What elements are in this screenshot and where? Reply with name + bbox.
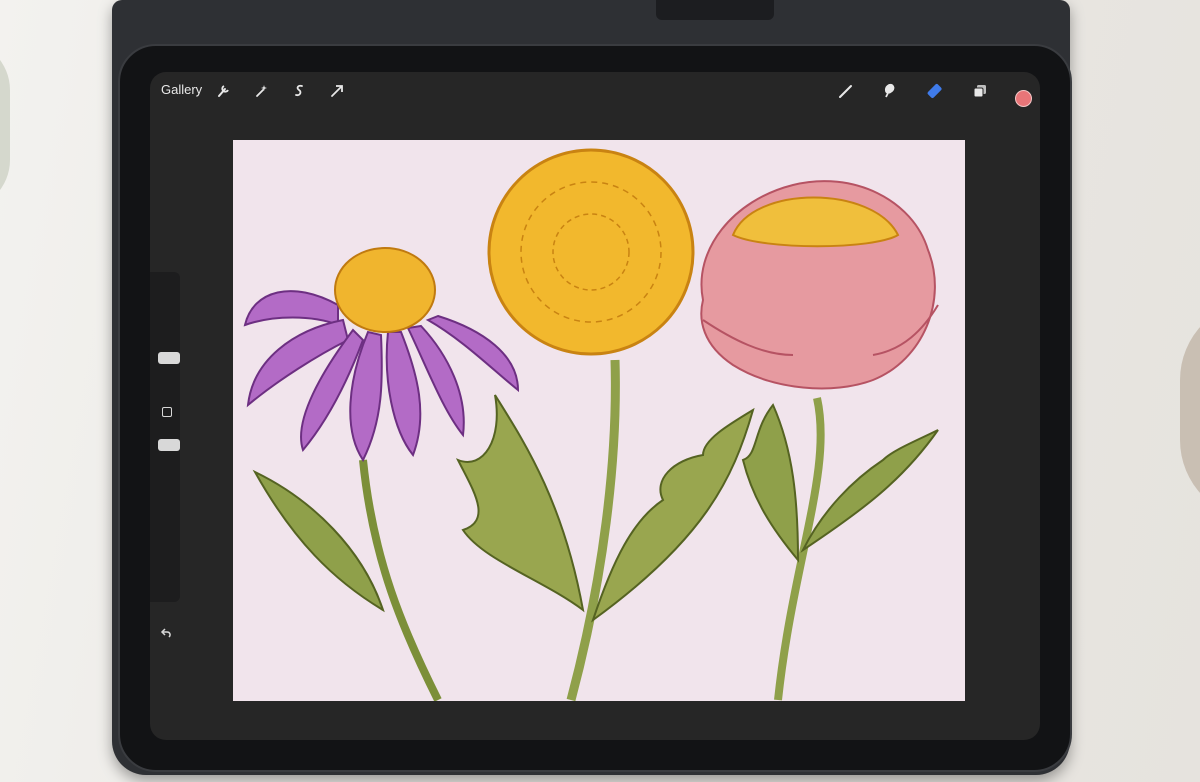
brush-icon[interactable]: [836, 81, 856, 101]
chrysanthemum-leaf-left: [455, 394, 585, 613]
eraser-icon[interactable]: [926, 81, 946, 101]
drawing-canvas[interactable]: [233, 140, 965, 701]
coneflower: [243, 247, 520, 462]
smudge-icon[interactable]: [879, 81, 899, 101]
selection-icon[interactable]: [289, 81, 309, 101]
color-picker-button[interactable]: [1015, 90, 1032, 107]
modify-button[interactable]: [162, 407, 172, 417]
wrench-icon[interactable]: [213, 81, 233, 101]
left-sidebar: [150, 272, 180, 602]
layers-icon[interactable]: [970, 81, 990, 101]
undo-icon[interactable]: [159, 626, 175, 642]
gallery-button[interactable]: Gallery: [161, 82, 202, 97]
top-toolbar: Gallery: [150, 72, 1040, 112]
pencil-clip: [656, 0, 774, 20]
opacity-slider[interactable]: [158, 439, 180, 451]
chrysanthemum: [487, 148, 695, 356]
magic-wand-icon[interactable]: [251, 81, 271, 101]
coneflower-stem: [359, 459, 442, 701]
peony-leaf-left: [741, 403, 800, 563]
chrysanthemum-stem: [566, 359, 620, 701]
peony: [700, 180, 939, 390]
brush-size-slider[interactable]: [158, 352, 180, 364]
transform-icon[interactable]: [327, 81, 347, 101]
